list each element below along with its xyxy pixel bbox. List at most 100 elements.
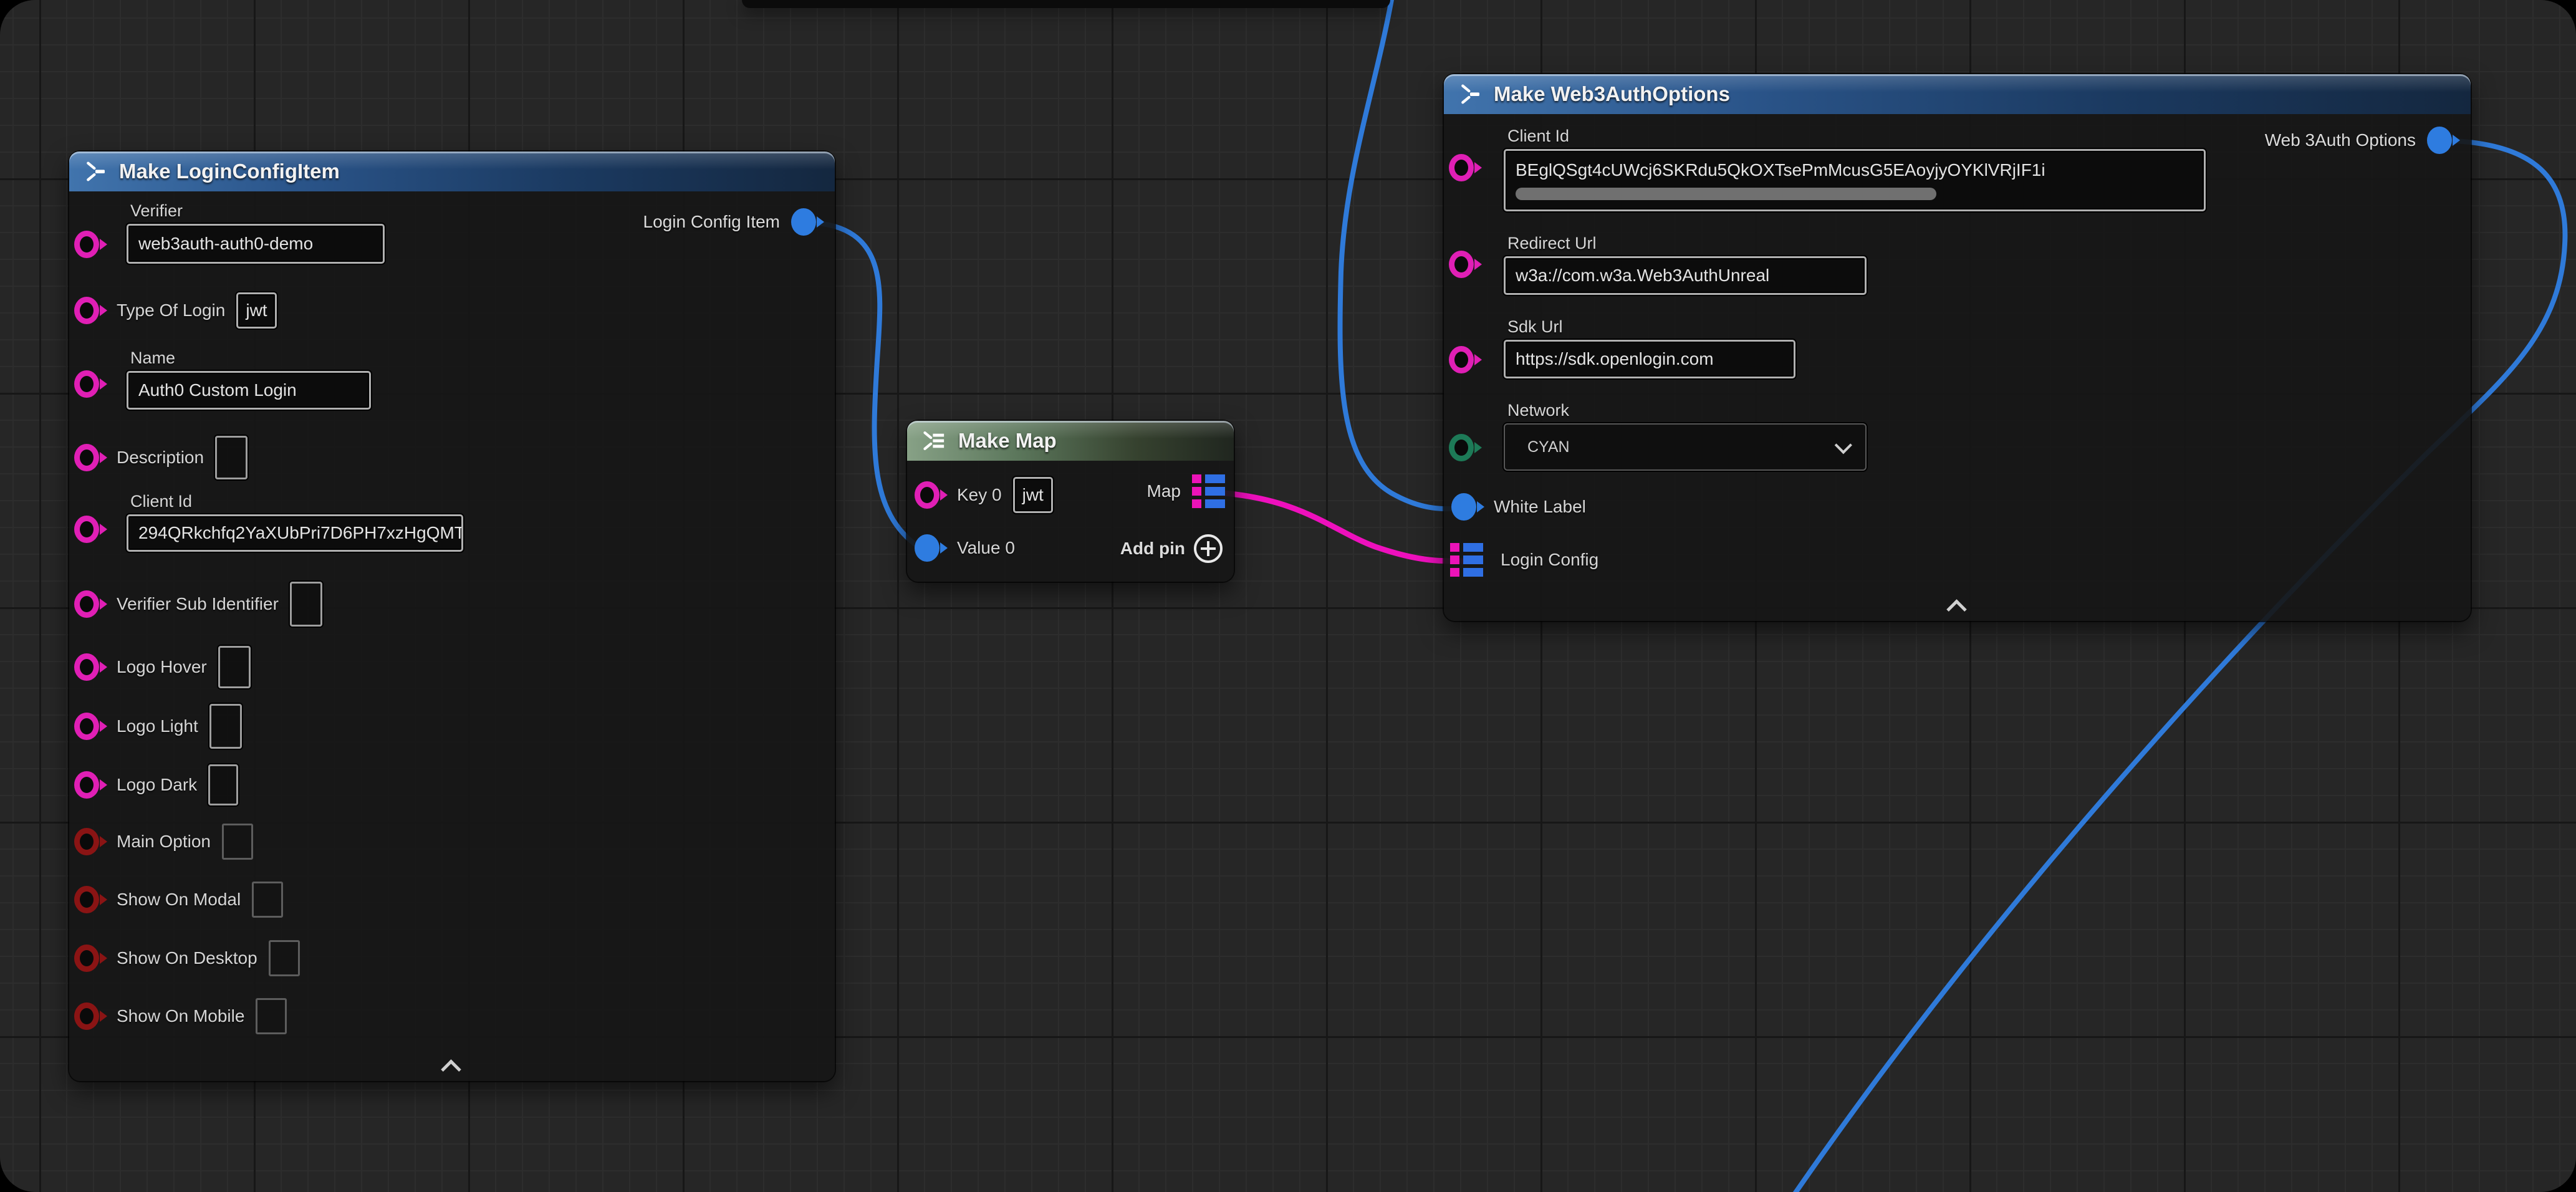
show-on-desktop-pin[interactable] (74, 944, 99, 972)
logo-dark-input[interactable] (208, 764, 238, 805)
logo-dark-pin[interactable] (74, 771, 99, 799)
make-struct-icon (83, 159, 108, 184)
value0-label: Value 0 (957, 538, 1015, 558)
description-pin[interactable] (74, 444, 99, 471)
map-output-row: Map (1147, 474, 1225, 508)
white-label-row: White Label (1451, 493, 1586, 521)
type-of-login-pin[interactable] (74, 297, 99, 324)
web3auth-options-output-pin[interactable] (2427, 127, 2452, 154)
value0-pin[interactable] (915, 534, 940, 562)
node-header[interactable]: Make LoginConfigItem (69, 151, 835, 191)
verifier-sub-identifier-pin[interactable] (74, 590, 99, 618)
output-pin-label: Login Config Item (643, 212, 780, 232)
show-on-modal-pin[interactable] (74, 886, 99, 913)
add-pin-label: Add pin (1120, 539, 1185, 559)
show-on-desktop-row: Show On Desktop (74, 940, 300, 976)
client-id-pin-label: Client Id (1507, 127, 1569, 146)
client-id-input[interactable]: 294QRkchfq2YaXUbPri7D6PH7xzHgQMT (127, 514, 463, 552)
show-on-modal-checkbox[interactable] (252, 882, 283, 918)
verifier-sub-identifier-input[interactable] (290, 582, 322, 627)
node-make-map[interactable]: Make Map Key 0 jwt Map Value 0 Ad (907, 421, 1234, 582)
key0-row: Key 0 jwt (915, 477, 1053, 513)
client-id-pin[interactable] (74, 516, 99, 543)
node-title: Make Web3AuthOptions (1494, 82, 1730, 106)
logo-dark-label: Logo Dark (117, 775, 197, 795)
name-input[interactable]: Auth0 Custom Login (127, 371, 371, 410)
show-on-desktop-checkbox[interactable] (269, 940, 300, 976)
key0-pin[interactable] (915, 481, 940, 509)
login-config-item-output-pin[interactable] (791, 208, 816, 236)
client-id-scrollbar[interactable] (1516, 188, 1936, 200)
key0-label: Key 0 (957, 485, 1002, 505)
map-output-label: Map (1147, 481, 1181, 501)
type-of-login-row: Type Of Login jwt (74, 292, 277, 329)
clipped-node-top-edge[interactable] (742, 0, 1390, 8)
web3auth-options-output-label: Web 3Auth Options (2265, 130, 2416, 150)
client-id-value: BEglQSgt4cUWcj6SKRdu5QkOXTsePmMcusG5EAoy… (1516, 160, 2045, 180)
description-input[interactable] (215, 436, 248, 479)
logo-light-pin[interactable] (74, 713, 99, 740)
collapse-chevron-icon[interactable] (443, 1060, 461, 1072)
redirect-url-pin-label: Redirect Url (1507, 234, 1597, 253)
show-on-mobile-checkbox[interactable] (256, 998, 287, 1034)
map-output-pin[interactable] (1192, 474, 1225, 508)
type-of-login-input[interactable]: jwt (236, 292, 276, 329)
verifier-sub-identifier-label: Verifier Sub Identifier (117, 594, 279, 614)
node-make-web3auth-options[interactable]: Make Web3AuthOptions Web 3Auth Options C… (1444, 74, 2471, 621)
node-make-login-config-item[interactable]: Make LoginConfigItem Login Config Item V… (69, 151, 835, 1081)
node-title: Make LoginConfigItem (119, 160, 340, 183)
white-label-label: White Label (1494, 497, 1586, 517)
client-id-input[interactable]: BEglQSgt4cUWcj6SKRdu5QkOXTsePmMcusG5EAoy… (1504, 149, 2206, 211)
verifier-value: web3auth-auth0-demo (138, 234, 313, 254)
wire-map-to-login-config[interactable] (1216, 493, 1465, 561)
name-pin[interactable] (74, 370, 99, 398)
logo-light-row: Logo Light (74, 704, 242, 749)
node-header[interactable]: Make Web3AuthOptions (1444, 74, 2471, 114)
node-header[interactable]: Make Map (907, 421, 1234, 461)
graph-canvas[interactable]: Make LoginConfigItem Login Config Item V… (0, 0, 2576, 1192)
name-pin-label: Name (130, 348, 175, 368)
output-row: Web 3Auth Options (2265, 127, 2459, 154)
verifier-pin[interactable] (74, 231, 99, 258)
description-row: Description (74, 436, 248, 479)
logo-hover-label: Logo Hover (117, 657, 207, 677)
show-on-mobile-pin[interactable] (74, 1002, 99, 1030)
logo-hover-pin[interactable] (74, 653, 99, 681)
show-on-modal-row: Show On Modal (74, 882, 283, 918)
white-label-pin[interactable] (1451, 493, 1476, 521)
network-pin[interactable] (1449, 434, 1474, 461)
node-title: Make Map (958, 429, 1057, 453)
logo-hover-input[interactable] (218, 646, 251, 688)
add-pin-row[interactable]: Add pin (1120, 534, 1223, 563)
logo-light-input[interactable] (209, 704, 242, 749)
show-on-modal-label: Show On Modal (117, 890, 241, 910)
collapse-chevron-icon[interactable] (1948, 600, 1967, 612)
main-option-pin[interactable] (74, 828, 99, 855)
output-row: Login Config Item (643, 208, 825, 236)
redirect-url-value: w3a://com.w3a.Web3AuthUnreal (1516, 266, 1769, 286)
blueprint-editor-screen: Make LoginConfigItem Login Config Item V… (0, 0, 2576, 1192)
type-of-login-value: jwt (246, 300, 267, 320)
add-pin-icon[interactable] (1194, 534, 1223, 563)
type-of-login-label: Type Of Login (117, 300, 225, 320)
login-config-pin[interactable] (1450, 543, 1483, 577)
key0-input[interactable]: jwt (1013, 477, 1053, 513)
main-option-checkbox[interactable] (222, 824, 253, 860)
sdk-url-input[interactable]: https://sdk.openlogin.com (1504, 340, 1795, 378)
make-struct-icon (1458, 82, 1483, 107)
logo-hover-row: Logo Hover (74, 646, 251, 688)
client-id-pin[interactable] (1449, 154, 1474, 181)
network-dropdown[interactable]: CYAN (1504, 423, 1867, 471)
verifier-input[interactable]: web3auth-auth0-demo (127, 224, 385, 264)
description-label: Description (117, 448, 204, 468)
main-option-label: Main Option (117, 832, 211, 852)
sdk-url-value: https://sdk.openlogin.com (1516, 349, 1714, 369)
sdk-url-pin[interactable] (1449, 346, 1474, 373)
redirect-url-input[interactable]: w3a://com.w3a.Web3AuthUnreal (1504, 256, 1867, 295)
dropdown-chevron-icon (1835, 436, 1852, 454)
wire-top-to-white-label[interactable] (1340, 0, 1461, 509)
show-on-mobile-label: Show On Mobile (117, 1006, 244, 1026)
show-on-mobile-row: Show On Mobile (74, 998, 287, 1034)
make-map-icon (921, 428, 947, 453)
redirect-url-pin[interactable] (1449, 251, 1474, 278)
